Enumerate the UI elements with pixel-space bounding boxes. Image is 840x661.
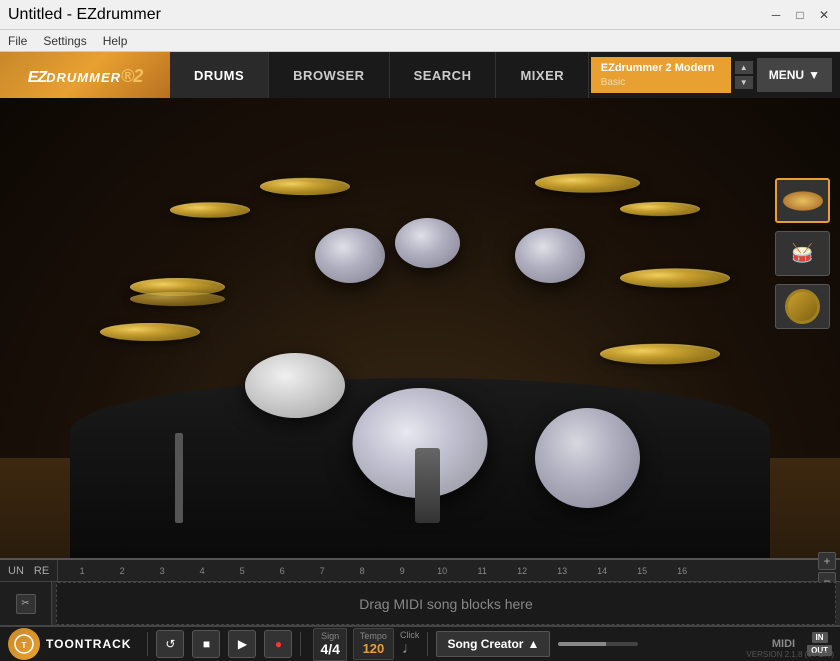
tab-search[interactable]: SEARCH bbox=[390, 52, 497, 98]
settings-menu[interactable]: Settings bbox=[43, 34, 86, 48]
crash-cymbal-right-large[interactable] bbox=[620, 268, 730, 287]
file-menu[interactable]: File bbox=[8, 34, 27, 48]
bass-pedal[interactable] bbox=[415, 448, 440, 523]
version-label: VERSION 2.1.8 (64-BIT) bbox=[746, 650, 834, 659]
accessory-thumb-3[interactable] bbox=[775, 284, 830, 329]
accessory-thumb-2[interactable]: 🥁 bbox=[775, 231, 830, 276]
time-signature-block[interactable]: Sign 4/4 bbox=[313, 628, 346, 661]
tempo-block[interactable]: Tempo 120 bbox=[353, 628, 394, 660]
record-button[interactable]: ● bbox=[264, 630, 292, 658]
crash-cymbal-back-left[interactable] bbox=[260, 178, 350, 195]
toontrack-logo: T TOONTRACK bbox=[8, 628, 131, 660]
midi-in-button[interactable]: IN bbox=[812, 632, 828, 643]
zoom-in-button[interactable]: + bbox=[818, 552, 836, 570]
play-button[interactable]: ▶ bbox=[228, 630, 256, 658]
midi-label-area: MIDI bbox=[772, 638, 795, 650]
redo-button[interactable]: RE bbox=[30, 563, 53, 579]
crash-cymbal-back-right[interactable] bbox=[620, 202, 700, 216]
hihat-cymbal-back-left[interactable] bbox=[170, 202, 250, 217]
timeline-header: UN RE 1 2 3 4 5 6 7 8 9 10 11 12 13 14 1… bbox=[0, 560, 840, 582]
rack-tom-right[interactable] bbox=[515, 228, 585, 283]
preset-selector[interactable]: EZdrummer 2 Modern Basic bbox=[591, 57, 731, 92]
rack-tom-center[interactable] bbox=[395, 218, 460, 268]
app-logo: EZDRUMMER®2 bbox=[0, 52, 170, 98]
accessory-thumb-1[interactable] bbox=[775, 178, 830, 223]
ride-cymbal-back-right[interactable] bbox=[535, 173, 640, 192]
tab-browser[interactable]: BROWSER bbox=[269, 52, 389, 98]
separator-1 bbox=[147, 632, 148, 656]
preset-next-button[interactable]: ▼ bbox=[735, 76, 753, 89]
separator-2 bbox=[300, 632, 301, 656]
click-control[interactable]: Click ♩ bbox=[400, 631, 420, 658]
bottom-panel: UN RE 1 2 3 4 5 6 7 8 9 10 11 12 13 14 1… bbox=[0, 558, 840, 661]
timeline-track-area: ✂ Drag MIDI song blocks here bbox=[0, 582, 840, 625]
toontrack-brand-text: TOONTRACK bbox=[46, 637, 131, 651]
crash-cymbal-left-large[interactable] bbox=[100, 323, 200, 341]
song-creator-button[interactable]: Song Creator ▲ bbox=[436, 631, 550, 657]
nav-tabs: DRUMS BROWSER SEARCH MIXER bbox=[170, 52, 591, 98]
maximize-button[interactable]: □ bbox=[792, 7, 808, 23]
tab-mixer[interactable]: MIXER bbox=[496, 52, 589, 98]
top-nav-bar: EZDRUMMER®2 DRUMS BROWSER SEARCH MIXER E… bbox=[0, 52, 840, 98]
track-left-controls: ✂ bbox=[0, 582, 52, 625]
toontrack-logo-icon: T bbox=[8, 628, 40, 660]
tab-drums[interactable]: DRUMS bbox=[170, 52, 269, 98]
drum-view-area: 🥁 bbox=[0, 98, 840, 558]
logo-text: EZDRUMMER®2 bbox=[28, 62, 143, 88]
close-button[interactable]: ✕ bbox=[816, 7, 832, 23]
scissors-tool[interactable]: ✂ bbox=[16, 594, 36, 614]
help-menu[interactable]: Help bbox=[103, 34, 128, 48]
ride-cymbal-right[interactable] bbox=[600, 344, 720, 365]
volume-slider[interactable] bbox=[558, 642, 638, 646]
transport-bar: T TOONTRACK ↺ ■ ▶ ● Sign 4/4 Tempo bbox=[0, 625, 840, 661]
preset-navigation: ▲ ▼ bbox=[735, 61, 753, 89]
hihat-stand bbox=[175, 433, 183, 523]
stop-button[interactable]: ■ bbox=[192, 630, 220, 658]
menu-bar: File Settings Help bbox=[0, 30, 840, 52]
menu-button[interactable]: MENU ▼ bbox=[757, 58, 832, 92]
preset-name: EZdrummer 2 Modern bbox=[601, 61, 721, 75]
loop-button[interactable]: ↺ bbox=[156, 630, 184, 658]
timeline-ruler: 1 2 3 4 5 6 7 8 9 10 11 12 13 14 15 16 bbox=[58, 566, 814, 576]
sign-tempo-area: Sign 4/4 Tempo 120 Click ♩ bbox=[313, 628, 419, 661]
undo-redo-controls: UN RE bbox=[0, 560, 58, 582]
hihat-bottom-cymbal[interactable] bbox=[130, 292, 225, 306]
undo-button[interactable]: UN bbox=[4, 563, 28, 579]
preset-sub: Basic bbox=[601, 76, 721, 89]
separator-3 bbox=[427, 632, 428, 656]
svg-text:T: T bbox=[22, 641, 27, 650]
snare-drum[interactable] bbox=[245, 353, 345, 418]
minimize-button[interactable]: ─ bbox=[768, 7, 784, 23]
rack-tom-left[interactable] bbox=[315, 228, 385, 283]
title-bar: Untitled - EZdrummer ─ □ ✕ bbox=[0, 0, 840, 30]
floor-tom-right[interactable] bbox=[535, 408, 640, 508]
preset-area: EZdrummer 2 Modern Basic ▲ ▼ MENU ▼ bbox=[591, 57, 840, 92]
midi-drop-zone[interactable]: Drag MIDI song blocks here bbox=[56, 582, 836, 625]
window-title: Untitled - EZdrummer bbox=[8, 6, 161, 24]
window-controls: ─ □ ✕ bbox=[768, 7, 832, 23]
accessory-panel: 🥁 bbox=[775, 178, 830, 329]
midi-label: MIDI bbox=[772, 638, 795, 650]
preset-prev-button[interactable]: ▲ bbox=[735, 61, 753, 74]
drum-kit bbox=[70, 118, 770, 538]
volume-area bbox=[558, 642, 764, 646]
